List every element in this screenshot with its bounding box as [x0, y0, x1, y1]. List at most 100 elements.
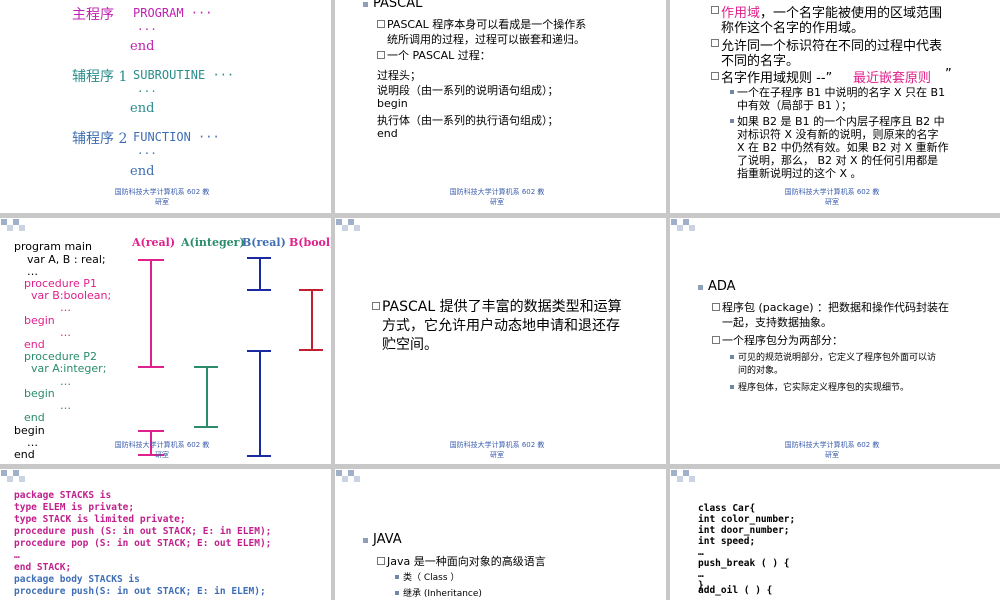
- checkbox-bullet-icon: [711, 6, 719, 14]
- code-line: package body STACKS is: [14, 574, 140, 585]
- bullet-text-line: PASCAL 提供了丰富的数据类型和运算: [382, 299, 622, 315]
- corner-decoration-icon: [689, 225, 695, 231]
- slide-thumbnail-2[interactable]: PASCAL PASCAL 程序本身可以看成是一个操作系 统所调用的过程，过程可…: [335, 0, 666, 213]
- subroutine-end: end: [130, 101, 155, 116]
- sub-bullet-icon: [730, 90, 734, 94]
- bullet-text-line: 方式，它允许用户动态地申请和退还存: [382, 318, 620, 334]
- sub-bullet-icon: [730, 385, 734, 389]
- code-line: …: [60, 301, 71, 314]
- bullet-text-line: 统所调用的过程，过程可以嵌套和递归。: [387, 33, 585, 46]
- checkbox-bullet-icon: [377, 51, 385, 59]
- slide-thumbnail-6[interactable]: ADA 程序包 (package) ：把数据和操作代码封装在 一起，支持数据抽象…: [670, 218, 1000, 464]
- sub-bullet-line: 可见的规范说明部分，它定义了程序包外面可以访: [738, 353, 937, 363]
- corner-decoration-icon: [689, 476, 695, 482]
- main-program-dots: ···: [137, 23, 157, 36]
- checkbox-bullet-icon: [711, 39, 719, 47]
- code-line: …: [698, 595, 704, 600]
- slide-thumbnail-4[interactable]: A(real) A(integer) B(real) B(bool) progr…: [0, 218, 331, 464]
- slide-title: PASCAL: [373, 0, 423, 11]
- corner-decoration-icon: [354, 225, 360, 231]
- function-keyword: FUNCTION ···: [133, 130, 220, 144]
- sub-bullet-line: 中有效（局部于 B1 ）；: [737, 99, 853, 112]
- code-line: …: [60, 326, 71, 339]
- slide-thumbnail-9[interactable]: class Car{ int color_number; int door_nu…: [670, 469, 1000, 600]
- title-bullet-icon: [363, 538, 368, 543]
- checkbox-bullet-icon: [372, 302, 380, 310]
- body-line: 过程头；: [377, 69, 421, 82]
- slide-footer: 国防科技大学计算机系 602 教研室: [784, 188, 880, 206]
- slide-thumbnail-3[interactable]: 作用域 ，一个名字能被使用的区域范围 称作这个名字的作用域。 允许同一个标识符在…: [670, 0, 1000, 213]
- code-line: class Car{: [698, 503, 756, 514]
- main-program-end: end: [130, 39, 155, 54]
- scope-bracket-a-real-bottom: [138, 366, 164, 368]
- code-line: add_oil ( ) {: [698, 585, 773, 596]
- slide-thumbnail-7[interactable]: package STACKS is type ELEM is private; …: [0, 469, 331, 600]
- function-end: end: [130, 164, 155, 179]
- sub-bullet-line: 类（ Class ）: [403, 573, 460, 583]
- slide-thumbnail-5[interactable]: PASCAL 提供了丰富的数据类型和运算 方式，它允许用户动态地申请和退还存 贮…: [335, 218, 666, 464]
- code-line: program main: [14, 240, 92, 253]
- code-line: …: [60, 399, 71, 412]
- code-line: …: [14, 550, 20, 561]
- body-line: begin: [377, 97, 408, 110]
- code-line: push_break ( ) {: [698, 558, 790, 569]
- corner-decoration-icon: [677, 225, 683, 231]
- code-line: var B:boolean;: [31, 289, 112, 302]
- code-line: procedure push(S: in out STACK; E: in EL…: [14, 586, 266, 597]
- checkbox-bullet-icon: [712, 303, 720, 311]
- body-line: 执行体（由一系列的执行语句组成）；: [377, 114, 559, 127]
- bullet-text-line: 程序包 (package) ：把数据和操作代码封装在: [722, 301, 950, 314]
- scope-bracket-b-real2-bottom: [247, 455, 271, 457]
- corner-decoration-icon: [677, 476, 683, 482]
- sub-bullet-icon: [395, 591, 399, 595]
- bullet-text-line: 贮空间。: [382, 337, 438, 353]
- scope-bracket-b-real2-line: [259, 350, 261, 456]
- corner-decoration-icon: [7, 225, 13, 231]
- slide-thumbnail-1[interactable]: 主程序 PROGRAM ··· ··· end 辅程序 1 SUBROUTINE…: [0, 0, 331, 213]
- title-bullet-icon: [698, 285, 703, 290]
- subroutine-dots: ···: [137, 85, 157, 98]
- corner-decoration-icon: [19, 476, 25, 482]
- corner-decoration-icon: [342, 476, 348, 482]
- code-line: begin: [24, 314, 55, 327]
- column-head-b-real: B(real): [242, 236, 286, 249]
- sub-bullet-icon: [395, 575, 399, 579]
- scope-bracket-b-bool-line: [311, 289, 313, 350]
- scope-bracket-a-integer-bottom: [194, 426, 218, 428]
- scope-bracket-a-integer-line: [206, 366, 208, 427]
- code-line: type STACK is limited private;: [14, 514, 186, 525]
- body-line: end: [377, 127, 398, 140]
- body-line: 说明段（由一系列的说明语句组成）；: [377, 84, 559, 97]
- function-dots: ···: [137, 147, 157, 160]
- slide-footer: 国防科技大学计算机系 602 教研室: [114, 188, 210, 206]
- slide-title: ADA: [708, 279, 736, 294]
- checkbox-bullet-icon: [712, 336, 720, 344]
- subroutine-label: 辅程序 1: [72, 69, 128, 85]
- code-line: end STACK;: [14, 562, 72, 573]
- code-line: procedure pop (S: in out STACK; E: out E…: [14, 538, 272, 549]
- slide-footer: 国防科技大学计算机系 602 教研室: [449, 188, 545, 206]
- code-line: var A:integer;: [31, 362, 107, 375]
- scope-bracket-b-bool-bottom: [299, 349, 323, 351]
- code-line: end: [24, 411, 45, 424]
- scope-bracket-a-real-line: [150, 259, 152, 367]
- checkbox-bullet-icon: [711, 72, 719, 80]
- bullet-text-line: Java 是一种面向对象的高级语言: [387, 555, 546, 568]
- bullet-text-line: 一个 PASCAL 过程：: [387, 49, 491, 62]
- bullet-text-line: 称作这个名字的作用域。: [721, 21, 865, 36]
- code-line: procedure push (S: in out STACK; E: in E…: [14, 526, 272, 537]
- code-line: …: [60, 375, 71, 388]
- function-label: 辅程序 2: [72, 131, 128, 147]
- code-line: int color_number;: [698, 514, 796, 525]
- bullet-text-line: 一个程序包分为两部分：: [722, 334, 843, 347]
- slide-thumbnail-8[interactable]: JAVA Java 是一种面向对象的高级语言 类（ Class ） 继承 (In…: [335, 469, 666, 600]
- code-line: int speed;: [698, 536, 756, 547]
- slide-footer: 国防科技大学计算机系 602 教研室: [784, 441, 880, 459]
- code-line: …: [698, 569, 704, 580]
- corner-decoration-icon: [342, 225, 348, 231]
- sub-bullet-line: 程序包体，它实际定义程序包的实现细节。: [738, 383, 910, 393]
- slide-footer: 国防科技大学计算机系 602 教研室: [114, 441, 210, 459]
- main-program-keyword: PROGRAM ···: [133, 6, 213, 20]
- code-line: end: [14, 448, 35, 461]
- bullet-text-line: PASCAL 程序本身可以看成是一个操作系: [387, 18, 587, 31]
